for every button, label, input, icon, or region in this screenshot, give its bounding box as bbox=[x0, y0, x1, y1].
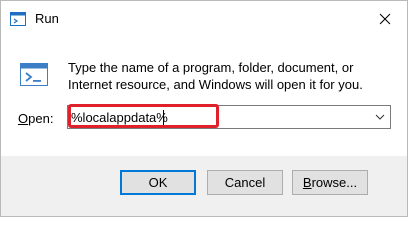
close-button[interactable] bbox=[363, 1, 407, 37]
window-title: Run bbox=[35, 11, 59, 26]
title-bar: Run bbox=[1, 1, 407, 37]
dialog-footer: OK Cancel Browse... bbox=[1, 156, 407, 216]
text-caret bbox=[163, 110, 164, 125]
dialog-body bbox=[1, 37, 407, 156]
cancel-button[interactable]: Cancel bbox=[207, 170, 283, 195]
browse-button[interactable]: Browse... bbox=[292, 170, 368, 195]
open-input[interactable] bbox=[71, 108, 361, 126]
run-app-icon bbox=[10, 12, 26, 26]
instruction-text: Type the name of a program, folder, docu… bbox=[68, 60, 363, 92]
dropdown-button[interactable] bbox=[370, 106, 390, 128]
open-combobox[interactable] bbox=[67, 105, 391, 129]
run-dialog-icon bbox=[18, 59, 50, 91]
ok-button[interactable]: OK bbox=[120, 170, 196, 195]
run-dialog: Run Type the name of a program, folder, … bbox=[0, 0, 408, 217]
chevron-down-icon bbox=[375, 114, 385, 120]
open-label: Open: bbox=[18, 111, 54, 126]
close-icon bbox=[379, 13, 391, 25]
